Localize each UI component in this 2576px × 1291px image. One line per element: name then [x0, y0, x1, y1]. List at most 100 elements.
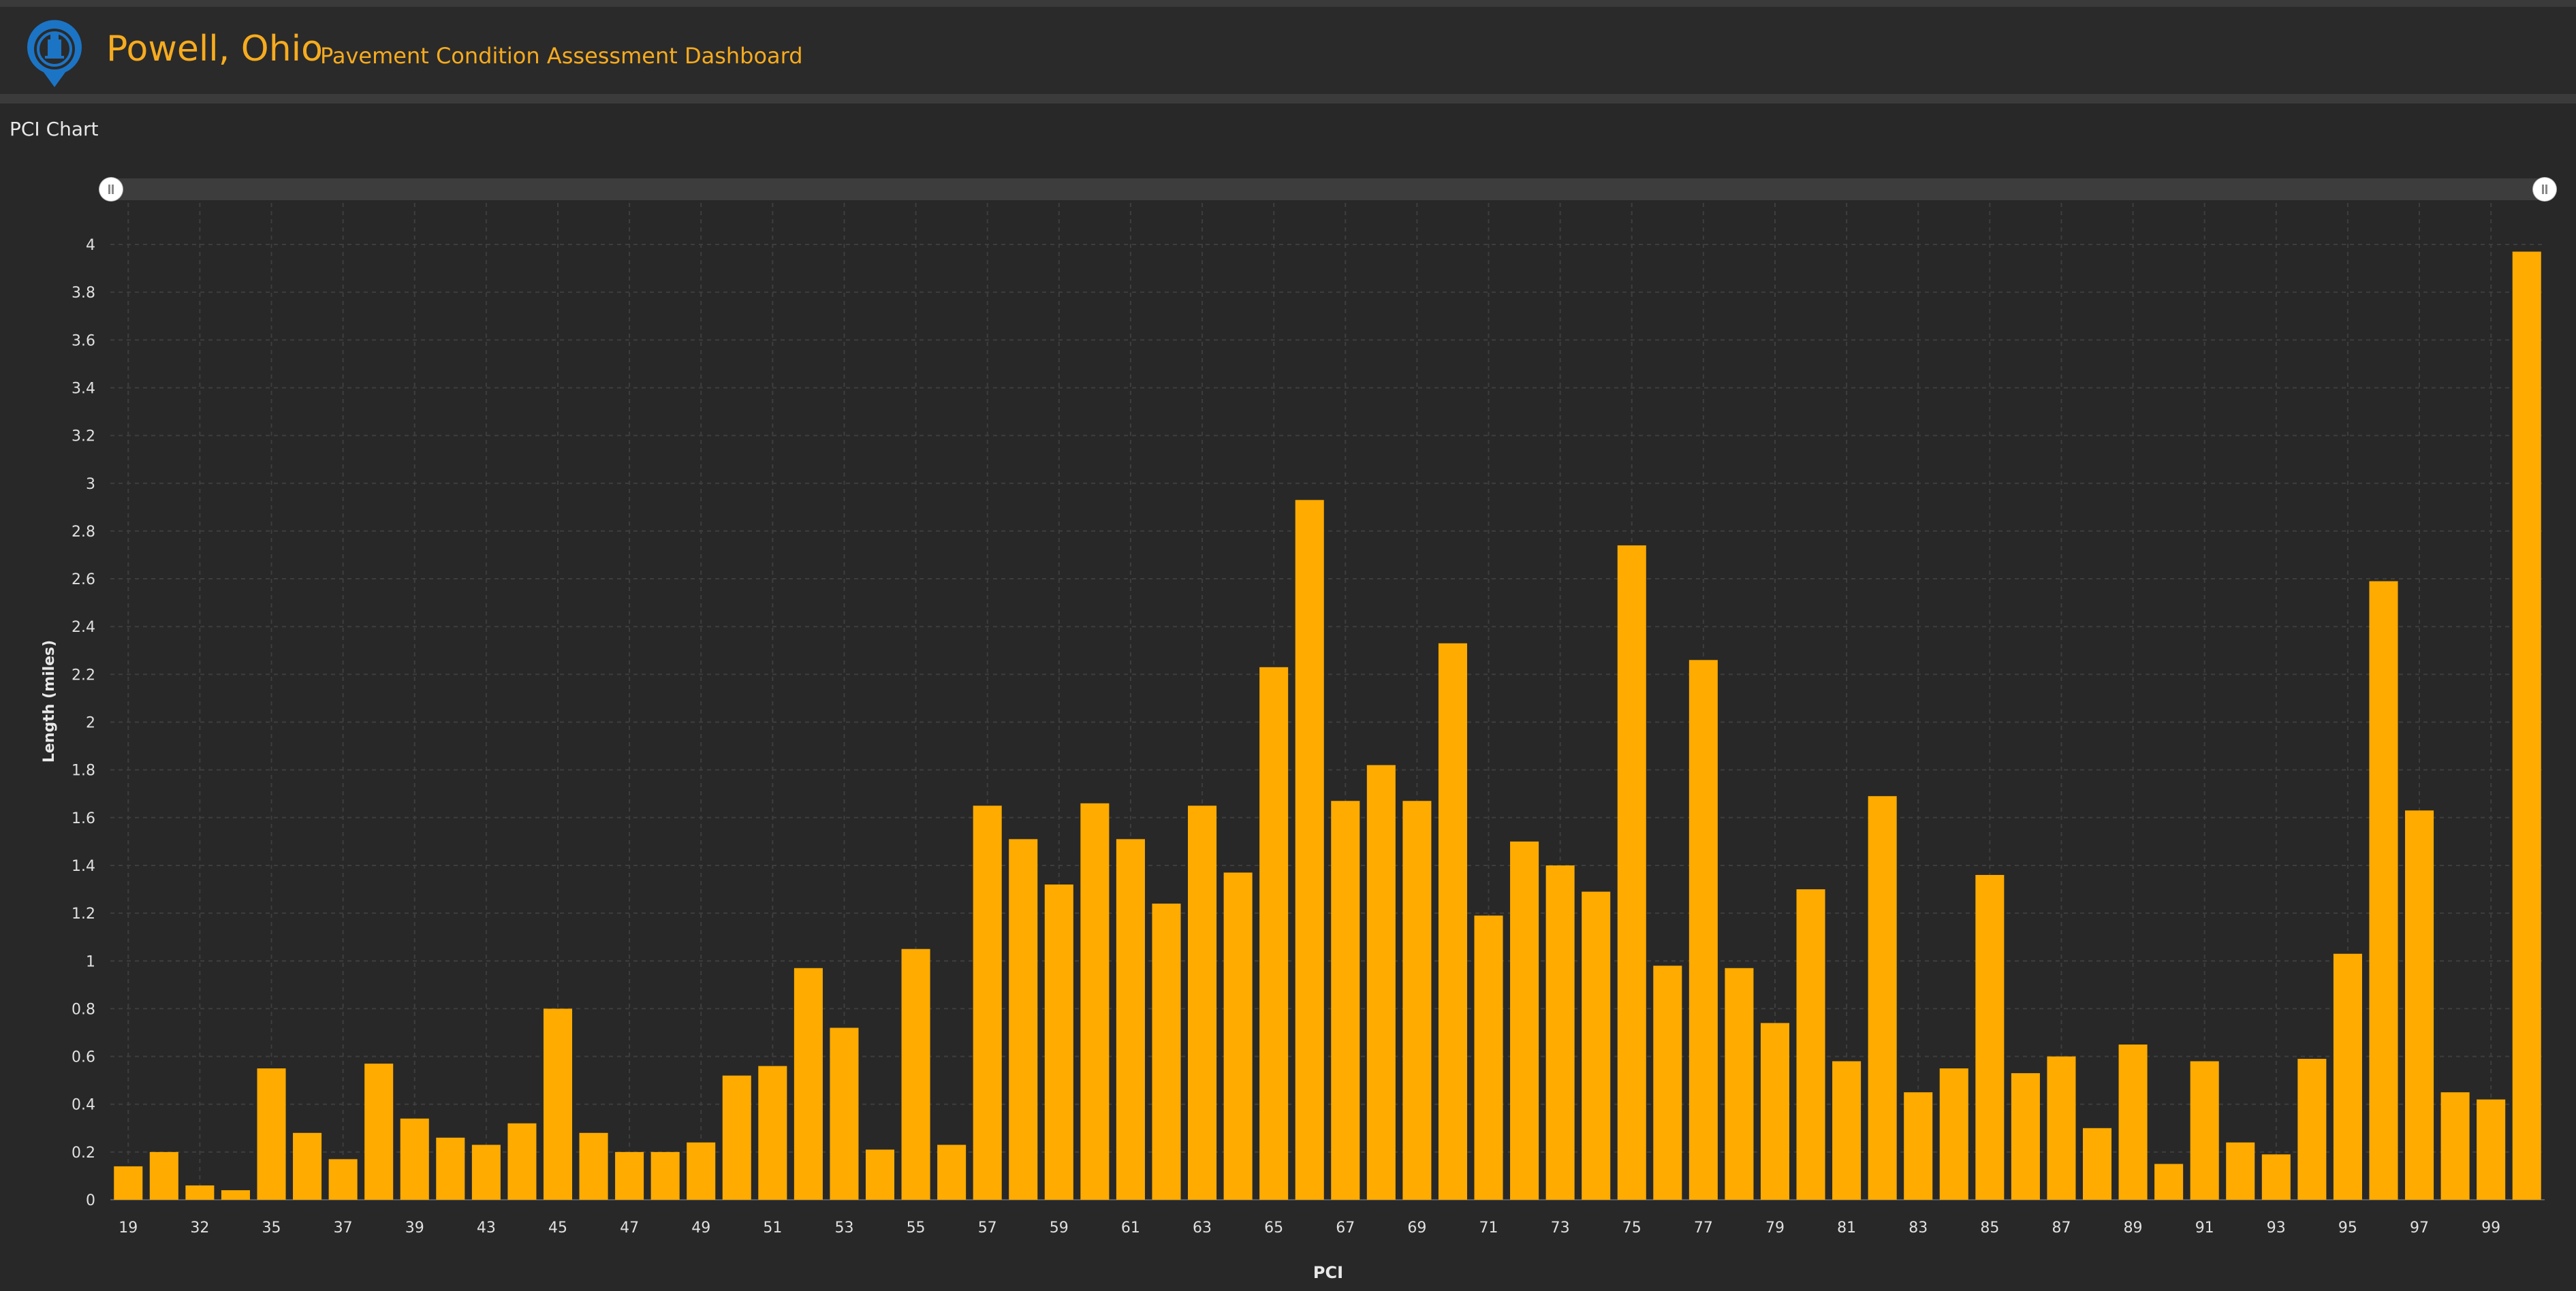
bar-pci-80[interactable]	[1796, 889, 1825, 1200]
y-tick-label: 2	[86, 715, 95, 732]
x-axis-ticks: 19 32 35 37 39 43 45 47 49 51 53 55 57 59 61 63 65 67 69 71…	[119, 1220, 2500, 1237]
bar-pci-96[interactable]	[2369, 581, 2398, 1200]
x-tick-label: 63	[1193, 1220, 1212, 1237]
bar-pci-44[interactable]	[507, 1123, 537, 1200]
y-tick-label: 2.8	[72, 524, 95, 541]
bar-pci-95[interactable]	[2333, 953, 2362, 1200]
bar-pci-85[interactable]	[1975, 874, 2005, 1200]
y-axis-ticks: 0 0.2 0.4 0.6 0.8 1 1.2 1.4 1.6 1.8 2 2.2 2.4 2.6 2.8 3…	[72, 237, 95, 1209]
bar-pci-57[interactable]	[973, 806, 1002, 1200]
bar-pci-88[interactable]	[2082, 1128, 2112, 1200]
bar-pci-99[interactable]	[2477, 1099, 2506, 1200]
bar-pci-71[interactable]	[1474, 915, 1503, 1200]
x-tick-label: 73	[1551, 1220, 1570, 1237]
bar-pci-84[interactable]	[1939, 1068, 1968, 1200]
bar-pci-48[interactable]	[650, 1151, 680, 1200]
bar-pci-62[interactable]	[1152, 904, 1181, 1200]
bar-pci-54[interactable]	[865, 1149, 895, 1200]
bar-pci-49[interactable]	[687, 1142, 716, 1200]
bar-pci-38[interactable]	[364, 1064, 394, 1200]
bar-pci-56[interactable]	[937, 1145, 967, 1200]
bar-pci-42[interactable]	[436, 1137, 465, 1200]
bar-pci-87[interactable]	[2047, 1056, 2076, 1200]
x-tick-label: 85	[1980, 1220, 1999, 1237]
bar-pci-50[interactable]	[722, 1075, 751, 1200]
y-tick-label: 0.6	[72, 1049, 95, 1066]
bar-pci-35[interactable]	[257, 1068, 286, 1200]
y-tick-label: 0.8	[72, 1001, 95, 1018]
bar-pci-46[interactable]	[579, 1132, 608, 1200]
bar-pci-47[interactable]	[615, 1151, 644, 1200]
bar-pci-67[interactable]	[1331, 801, 1360, 1200]
bar-pci-63[interactable]	[1188, 806, 1217, 1200]
y-tick-label: 3.6	[72, 332, 95, 349]
bar-pci-81[interactable]	[1832, 1061, 1862, 1200]
y-tick-label: 0	[86, 1192, 95, 1209]
bar-pci-36[interactable]	[293, 1132, 322, 1200]
bar-pci-32[interactable]	[185, 1185, 215, 1200]
x-tick-label: 81	[1837, 1220, 1856, 1237]
bar-pci-75[interactable]	[1617, 545, 1646, 1200]
bars	[114, 251, 2541, 1200]
bar-pci-82[interactable]	[1868, 796, 1897, 1200]
bar-pci-76[interactable]	[1653, 966, 1682, 1200]
x-tick-label: 57	[978, 1220, 997, 1237]
bar-pci-83[interactable]	[1904, 1092, 1933, 1200]
x-tick-label: 39	[405, 1220, 424, 1237]
bar-pci-60[interactable]	[1080, 803, 1110, 1200]
bar-pci-90[interactable]	[2154, 1164, 2184, 1200]
bar-pci-98[interactable]	[2440, 1092, 2470, 1200]
bar-pci-94[interactable]	[2297, 1059, 2327, 1200]
bar-pci-89[interactable]	[2118, 1045, 2148, 1200]
bar-pci-91[interactable]	[2190, 1061, 2219, 1200]
bar-pci-77[interactable]	[1688, 660, 1718, 1200]
x-tick-label: 37	[334, 1220, 353, 1237]
bar-pci-37[interactable]	[328, 1159, 358, 1200]
bar-pci-74[interactable]	[1582, 891, 1611, 1200]
bar-pci-68[interactable]	[1366, 765, 1396, 1200]
y-tick-label: 4	[86, 237, 95, 254]
bar-pci-43[interactable]	[471, 1145, 501, 1200]
bar-pci-78[interactable]	[1725, 968, 1754, 1200]
bar-pci-52[interactable]	[794, 968, 823, 1200]
y-tick-label: 3.2	[72, 428, 95, 445]
x-tick-label: 43	[477, 1220, 496, 1237]
x-tick-label: 67	[1336, 1220, 1355, 1237]
y-tick-label: 3.4	[72, 380, 95, 397]
bar-pci-79[interactable]	[1760, 1023, 1790, 1200]
bar-pci-53[interactable]	[830, 1027, 859, 1200]
bar-pci-86[interactable]	[2011, 1073, 2040, 1200]
bar-pci-73[interactable]	[1545, 865, 1575, 1200]
x-tick-label: 69	[1407, 1220, 1426, 1237]
bar-pci-70[interactable]	[1438, 643, 1467, 1200]
bar-pci-64[interactable]	[1223, 872, 1253, 1200]
bar-pci-19[interactable]	[114, 1166, 143, 1200]
bar-pci-34[interactable]	[221, 1190, 250, 1200]
bar-pci-97[interactable]	[2405, 810, 2434, 1200]
bar-pci-51[interactable]	[758, 1066, 787, 1200]
bar-pci-66[interactable]	[1295, 500, 1324, 1200]
bar-pci-65[interactable]	[1259, 667, 1289, 1200]
bar-pci-92[interactable]	[2226, 1142, 2255, 1200]
bar-pci-45[interactable]	[543, 1008, 573, 1200]
bar-pci-100[interactable]	[2512, 251, 2541, 1200]
x-tick-label: 55	[907, 1220, 926, 1237]
bar-pci-93[interactable]	[2261, 1154, 2291, 1200]
bar-pci-55[interactable]	[901, 949, 930, 1200]
pci-bar-chart: 0 0.2 0.4 0.6 0.8 1 1.2 1.4 1.6 1.8 2 2.2 2.4 2.6 2.8 3…	[41, 203, 2545, 1282]
bar-pci-39[interactable]	[400, 1118, 429, 1200]
x-tick-label: 53	[834, 1220, 853, 1237]
y-tick-label: 0.2	[72, 1145, 95, 1162]
bar-pci-61[interactable]	[1116, 839, 1145, 1200]
y-tick-label: 1	[86, 953, 95, 970]
x-tick-label: 91	[2195, 1220, 2214, 1237]
x-tick-label: 77	[1694, 1220, 1713, 1237]
bar-pci-26[interactable]	[149, 1151, 178, 1200]
y-tick-label: 2.2	[72, 667, 95, 684]
bar-pci-59[interactable]	[1044, 884, 1073, 1200]
bar-pci-58[interactable]	[1009, 839, 1038, 1200]
x-tick-label: 65	[1264, 1220, 1283, 1237]
bar-pci-72[interactable]	[1510, 841, 1539, 1200]
grid-lines	[110, 203, 2545, 1200]
bar-pci-69[interactable]	[1402, 801, 1432, 1200]
